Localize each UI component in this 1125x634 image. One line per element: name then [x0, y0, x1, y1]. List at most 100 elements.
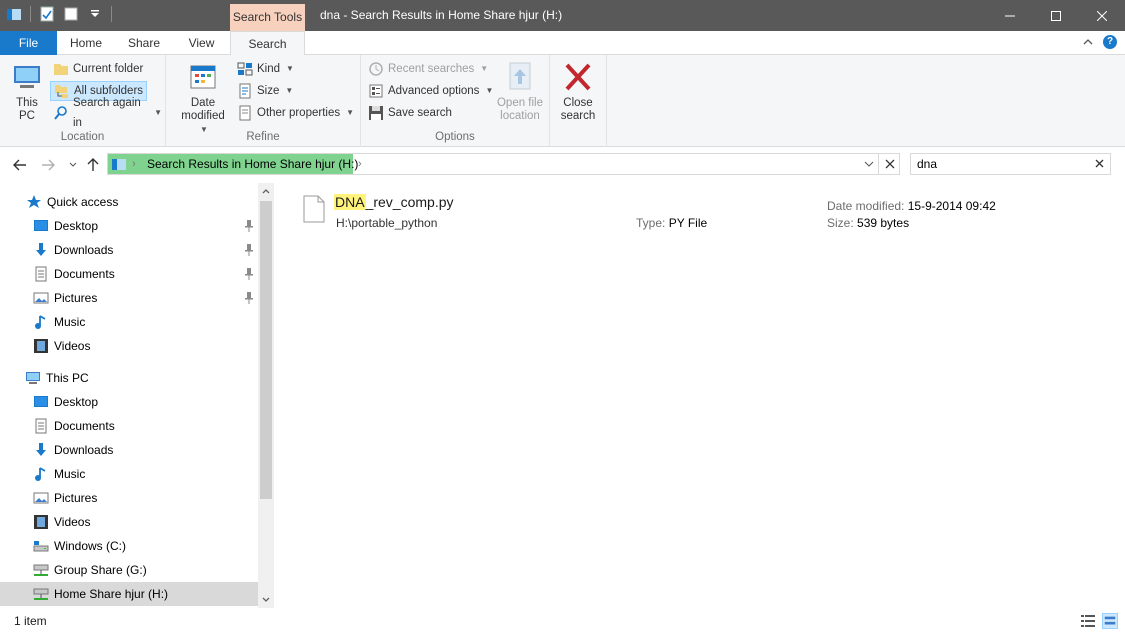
nav-quick-desktop[interactable]: Desktop [0, 214, 258, 238]
tab-file[interactable]: File [0, 31, 57, 55]
kind-button[interactable]: Kind ▼ [234, 59, 297, 79]
document-icon [33, 418, 49, 434]
arrow-right-icon [42, 159, 55, 171]
red-x-icon [562, 61, 594, 93]
save-search-button[interactable]: Save search [365, 103, 455, 123]
date-modified-button[interactable]: Date modified ▼ [174, 61, 232, 136]
date-label: Date modified: [827, 199, 905, 213]
nav-quick-pictures[interactable]: Pictures [0, 286, 258, 310]
close-search-button[interactable]: Close search [556, 61, 600, 123]
clear-search-button[interactable] [1095, 154, 1104, 174]
chevron-down-icon [69, 162, 77, 167]
ribbon-tab-tools: ? [1083, 35, 1117, 49]
scroll-thumb[interactable] [260, 201, 272, 499]
size-button[interactable]: Size ▼ [234, 81, 296, 101]
pin-icon[interactable] [244, 292, 254, 304]
nav-item-label: Videos [54, 515, 91, 529]
size-value: 539 bytes [857, 216, 910, 230]
search-again-in-label: Search again in [73, 97, 141, 129]
this-pc-button[interactable]: This PC [8, 61, 46, 123]
stop-search-button[interactable] [878, 153, 900, 175]
tab-home[interactable]: Home [57, 31, 115, 55]
nav-pc-documents[interactable]: Documents [0, 414, 258, 438]
new-folder-icon[interactable] [63, 6, 79, 22]
search-again-in-button[interactable]: Search again in ▼ [50, 97, 165, 129]
scroll-down-arrow-icon[interactable] [258, 592, 274, 608]
result-file-type: Type: PY File [636, 216, 707, 230]
nav-quick-documents[interactable]: Documents [0, 262, 258, 286]
nav-quick-videos[interactable]: Videos [0, 334, 258, 358]
nav-item-label: Music [54, 467, 86, 481]
chevron-right-icon[interactable]: › [358, 154, 362, 174]
scroll-up-arrow-icon[interactable] [258, 183, 274, 199]
nav-pc-music[interactable]: Music [0, 462, 258, 486]
recent-searches-button[interactable]: Recent searches ▼ [365, 59, 491, 79]
nav-quick-access-label: Quick access [47, 195, 119, 209]
nav-this-pc-label: This PC [46, 371, 89, 385]
nav-pc-videos[interactable]: Videos [0, 510, 258, 534]
forward-button[interactable] [39, 156, 57, 174]
current-folder-button[interactable]: Current folder [50, 59, 146, 79]
window-title: dna - Search Results in Home Share hjur … [320, 8, 563, 22]
content-view-icon[interactable] [1102, 613, 1118, 629]
pin-icon[interactable] [244, 220, 254, 232]
minimize-button[interactable] [987, 0, 1033, 31]
close-button[interactable] [1079, 0, 1125, 31]
arrow-left-icon [13, 159, 26, 171]
magnifier-icon [53, 105, 69, 121]
current-folder-label: Current folder [73, 63, 144, 75]
nav-pc-home-share[interactable]: Home Share hjur (H:) [0, 582, 258, 606]
kind-icon [237, 61, 253, 77]
nav-quick-music[interactable]: Music [0, 310, 258, 334]
toolbar-separator [30, 6, 31, 22]
network-drive-icon [33, 586, 49, 602]
status-bar: 1 item [0, 608, 1125, 634]
nav-quick-access[interactable]: Quick access [0, 190, 258, 214]
floppy-disk-icon [368, 105, 384, 121]
desktop-icon [33, 218, 49, 234]
tab-share[interactable]: Share [115, 31, 173, 55]
address-history-button[interactable] [861, 153, 877, 175]
advanced-options-label: Advanced options [388, 85, 480, 97]
pin-icon[interactable] [244, 268, 254, 280]
nav-pc-desktop[interactable]: Desktop [0, 390, 258, 414]
help-button[interactable]: ? [1103, 35, 1117, 49]
tab-view[interactable]: View [173, 31, 230, 55]
nav-item-label: Desktop [54, 395, 99, 409]
desktop-icon [33, 394, 49, 410]
up-button[interactable] [84, 156, 102, 174]
nav-this-pc[interactable]: This PC [0, 366, 258, 390]
computer-icon [25, 370, 41, 386]
chevron-up-icon[interactable] [1083, 35, 1093, 49]
maximize-button[interactable] [1033, 0, 1079, 31]
recent-searches-icon [368, 61, 384, 77]
tab-search[interactable]: Search [230, 31, 305, 56]
details-view-icon[interactable] [1080, 613, 1096, 629]
customize-toolbar-icon[interactable] [87, 6, 103, 22]
search-input[interactable]: dna [910, 153, 1111, 175]
explorer-icon[interactable] [6, 6, 22, 22]
nav-scrollbar[interactable] [258, 183, 274, 608]
result-file-name[interactable]: DNA_rev_comp.py [334, 194, 454, 210]
advanced-options-button[interactable]: Advanced options ▼ [365, 81, 496, 101]
open-file-location-button[interactable]: Open file location [493, 61, 547, 123]
size-label: Size: [827, 216, 854, 230]
match-highlight: DNA [334, 194, 366, 210]
address-path[interactable]: Search Results in Home Share hjur (H:) [147, 154, 358, 174]
back-button[interactable] [11, 156, 29, 174]
calendar-icon [187, 61, 219, 93]
nav-pc-pictures[interactable]: Pictures [0, 486, 258, 510]
arrow-up-icon [87, 158, 99, 171]
properties-icon[interactable] [39, 6, 55, 22]
nav-pc-windows-c[interactable]: Windows (C:) [0, 534, 258, 558]
pin-icon[interactable] [244, 244, 254, 256]
recent-locations-button[interactable] [64, 156, 82, 174]
other-properties-button[interactable]: Other properties ▼ [234, 103, 357, 123]
nav-quick-downloads[interactable]: Downloads [0, 238, 258, 262]
address-bar[interactable]: › Search Results in Home Share hjur (H:)… [107, 153, 900, 175]
ribbon-group-location: This PC Current folder All subfolders Se… [0, 55, 166, 147]
nav-pc-downloads[interactable]: Downloads [0, 438, 258, 462]
save-search-label: Save search [388, 107, 452, 119]
kind-label: Kind [257, 63, 281, 75]
nav-pc-group-share[interactable]: Group Share (G:) [0, 558, 258, 582]
